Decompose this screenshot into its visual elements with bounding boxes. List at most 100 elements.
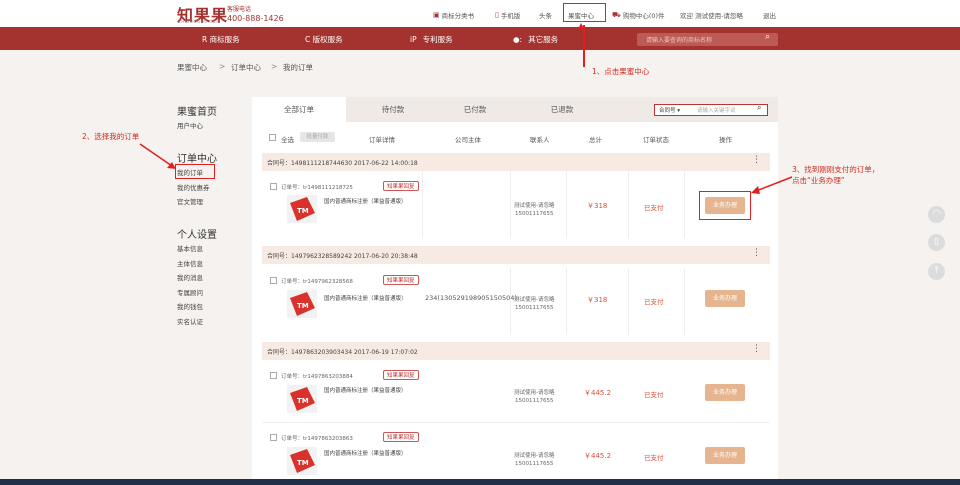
product-name[interactable]: 国内普通商标注册（果益普通版） bbox=[324, 386, 407, 394]
more-options-icon[interactable]: ⋮ bbox=[752, 248, 761, 258]
chevron-down-icon: ▾ bbox=[677, 108, 681, 114]
contact-name: 测试使用-请忽略 bbox=[514, 203, 555, 209]
welcome-user[interactable]: 欢迎 测试使用-请忽略 bbox=[680, 10, 743, 20]
mobile-link[interactable]: ▯ 手机版 bbox=[495, 10, 520, 20]
select-all-checkbox[interactable] bbox=[269, 134, 276, 141]
divider bbox=[422, 171, 423, 238]
annotation-step3-line1: 3、找到刚刚支付的订单， bbox=[792, 165, 880, 174]
contact-phone: 15001117655 bbox=[515, 211, 554, 217]
order-total: ￥445.2 bbox=[584, 389, 612, 397]
sidebar-item-my-orders[interactable]: 我的订单 bbox=[177, 167, 203, 177]
product-name[interactable]: 国内普通商标注册（果益普通版） bbox=[324, 449, 407, 457]
feedback-icon[interactable]: ◠ bbox=[928, 206, 945, 223]
sidebar-item-advisor[interactable]: 专属顾问 bbox=[177, 287, 203, 297]
batch-pay-button[interactable]: 批量付款 bbox=[300, 132, 335, 142]
sidebar-personal-settings: 个人设置 bbox=[177, 230, 217, 241]
divider bbox=[628, 268, 629, 335]
order-checkbox[interactable] bbox=[270, 277, 277, 284]
product-thumbnail: TM bbox=[287, 385, 317, 413]
tab-paid[interactable]: 已付款 bbox=[428, 97, 522, 122]
patent-icon: iP bbox=[410, 35, 417, 44]
more-options-icon[interactable]: ⋮ bbox=[752, 344, 761, 354]
order-checkbox[interactable] bbox=[270, 372, 277, 379]
sidebar-item-messages[interactable]: 我的消息 bbox=[177, 272, 203, 282]
divider bbox=[566, 171, 567, 238]
order-search-input[interactable]: 请输入关键字词 bbox=[697, 106, 736, 114]
tm-logo: TM bbox=[297, 459, 309, 467]
reply-tag[interactable]: 知果果回复 bbox=[383, 432, 419, 442]
guomi-center-link[interactable]: 果蜜中心 bbox=[568, 10, 594, 20]
nav-copyright[interactable]: C 版权服务 bbox=[305, 34, 343, 45]
nav-patent[interactable]: iP 专利服务 bbox=[410, 34, 453, 45]
contact-info: 测试使用-请忽略 15001117655 bbox=[514, 296, 555, 312]
tm-logo: TM bbox=[297, 397, 309, 405]
order-number: 订单号：tr1497863203884 bbox=[281, 374, 353, 380]
order-status: 已支付 bbox=[644, 204, 664, 212]
order-checkbox[interactable] bbox=[270, 183, 277, 190]
headlines-link[interactable]: 头条 bbox=[539, 10, 552, 20]
order-checkbox[interactable] bbox=[270, 434, 277, 441]
order-search-type-select[interactable]: 合同号 ▾ bbox=[659, 106, 680, 114]
breadcrumb-sep: > bbox=[271, 62, 278, 71]
mobile-icon[interactable]: ▯ bbox=[928, 234, 945, 251]
row-divider bbox=[262, 422, 770, 423]
hotline-label: 客服电话 bbox=[227, 6, 252, 13]
search-icon[interactable]: ⌕ bbox=[765, 32, 770, 42]
sidebar-home[interactable]: 果蜜首页 bbox=[177, 103, 217, 118]
business-handle-button[interactable]: 业务办理 bbox=[705, 447, 745, 464]
sidebar-item-basic-info[interactable]: 基本信息 bbox=[177, 243, 203, 253]
main-nav bbox=[0, 27, 960, 50]
trademark-search-placeholder: 请输入要查询的商标名称 bbox=[646, 37, 713, 44]
cart-label: 购物中心(0)件 bbox=[622, 12, 665, 20]
trademark-book-link[interactable]: ▣ 商标分类书 bbox=[433, 10, 474, 20]
tab-pending[interactable]: 待付款 bbox=[346, 97, 440, 122]
order-status: 已支付 bbox=[644, 454, 664, 462]
phone-icon: ▯ bbox=[495, 11, 499, 19]
logout-link[interactable]: 退出 bbox=[763, 10, 776, 20]
sidebar-item-documents[interactable]: 官文管理 bbox=[177, 196, 203, 206]
contact-phone: 15001117655 bbox=[515, 305, 554, 311]
sidebar-item-realname[interactable]: 实名认证 bbox=[177, 316, 203, 326]
divider bbox=[684, 268, 685, 335]
sidebar-item-coupons[interactable]: 我的优惠券 bbox=[177, 182, 210, 192]
business-handle-button[interactable]: 业务办理 bbox=[705, 384, 745, 401]
nav-other[interactable]: ●: 其它服务 bbox=[513, 34, 558, 45]
breadcrumb-sep: > bbox=[219, 62, 226, 71]
contract-number: 合同号：1497962328589242 2017-06-20 20:38:48 bbox=[267, 253, 418, 260]
sidebar-item-wallet[interactable]: 我的钱包 bbox=[177, 301, 203, 311]
tab-all-orders[interactable]: 全部订单 bbox=[252, 97, 346, 122]
breadcrumb-guomi[interactable]: 果蜜中心 bbox=[177, 62, 207, 73]
order-total: ￥318 bbox=[587, 202, 608, 210]
business-handle-button[interactable]: 业务办理 bbox=[705, 290, 745, 307]
order-status: 已支付 bbox=[644, 391, 664, 399]
breadcrumb-orders[interactable]: 订单中心 bbox=[231, 62, 261, 73]
top-header bbox=[0, 0, 960, 27]
order-number: 订单号：tr1497962328568 bbox=[281, 279, 353, 285]
sidebar-item-entity-info[interactable]: 主体信息 bbox=[177, 258, 203, 268]
product-name[interactable]: 国内普通商标注册（果益普通版） bbox=[324, 294, 407, 302]
divider bbox=[566, 268, 567, 335]
divider bbox=[684, 171, 685, 238]
cart-link[interactable]: ⛟ 购物中心(0)件 bbox=[612, 10, 665, 21]
product-name[interactable]: 国内普通商标注册（果益普通版） bbox=[324, 197, 407, 205]
more-options-icon[interactable]: ⋮ bbox=[752, 155, 761, 165]
reply-tag[interactable]: 知果果回复 bbox=[383, 181, 419, 191]
tab-refunded[interactable]: 已退款 bbox=[515, 97, 609, 122]
back-to-top-icon[interactable]: ⤒ bbox=[928, 263, 945, 280]
book-icon: ▣ bbox=[433, 11, 440, 19]
annotation-line bbox=[583, 25, 585, 67]
nav-patent-label: 专利服务 bbox=[422, 35, 453, 44]
nav-trademark[interactable]: R 商标服务 bbox=[202, 34, 240, 45]
product-thumbnail: TM bbox=[287, 195, 317, 223]
business-handle-button[interactable]: 业务办理 bbox=[705, 197, 745, 214]
tm-logo: TM bbox=[297, 207, 309, 215]
contact-info: 测试使用-请忽略 15001117655 bbox=[514, 202, 555, 218]
sidebar-order-center: 订单中心 bbox=[177, 154, 217, 165]
sidebar-user-center[interactable]: 用户中心 bbox=[177, 120, 203, 130]
search-icon[interactable]: ⌕ bbox=[757, 103, 761, 113]
divider bbox=[510, 268, 511, 335]
reply-tag[interactable]: 知果果回复 bbox=[383, 275, 419, 285]
contact-name: 测试使用-请忽略 bbox=[514, 390, 555, 396]
reply-tag[interactable]: 知果果回复 bbox=[383, 370, 419, 380]
site-logo-sub: ZHIGUOGUO.COM bbox=[178, 19, 221, 24]
